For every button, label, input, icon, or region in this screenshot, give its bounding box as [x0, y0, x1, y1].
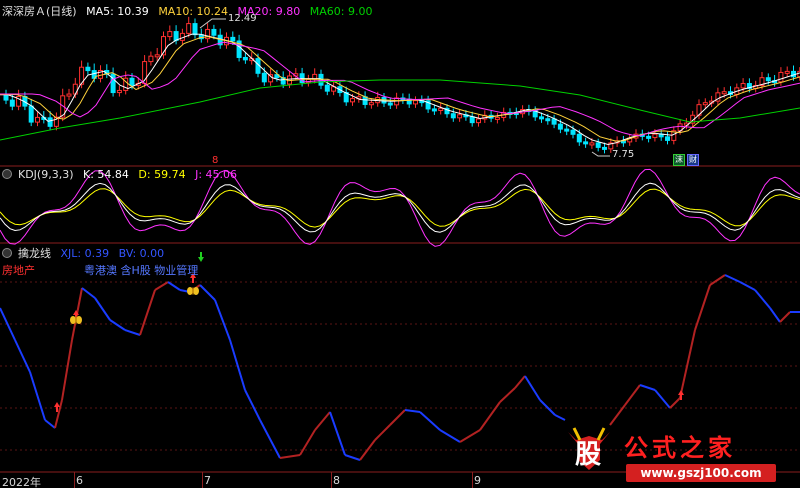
dragon-bv-value: BV: 0.00 — [118, 247, 165, 260]
concept-label: 粤港澳 含H股 物业管理 — [84, 264, 199, 277]
watermark-url: www.gszj100.com — [626, 464, 776, 482]
kdj-panel-header: KDJ(9,3,3) K: 54.84 D: 59.74 J: 45.06 — [2, 168, 243, 181]
kdj-d-value: D: 59.74 — [138, 168, 186, 181]
event-badge-2[interactable]: 财 — [687, 154, 699, 166]
x-axis-label-9: 9 — [474, 474, 481, 487]
x-axis-label-6: 6 — [76, 474, 83, 487]
x-axis-label-8: 8 — [333, 474, 340, 487]
watermark-logo: 股 — [566, 426, 612, 472]
x-axis-label-year: 2022年 — [2, 476, 41, 488]
kdj-name: KDJ(9,3,3) — [18, 168, 74, 181]
watermark-brand: 公式之家 — [624, 433, 736, 462]
main-panel-header: 深深房Ａ(日线) MA5: 10.39 MA10: 10.24 MA20: 9.… — [2, 3, 378, 19]
ma10-value: MA10: 10.24 — [158, 5, 229, 18]
high-price-label: 12.49 — [228, 13, 257, 24]
ma60-value: MA60: 9.00 — [309, 5, 373, 18]
sector-label: 房地产 — [2, 264, 35, 277]
low-price-label: 7.75 — [612, 149, 635, 160]
ma5-value: MA5: 10.39 — [86, 5, 149, 18]
period-marker: 8 — [212, 155, 219, 166]
indicator-settings-icon[interactable] — [2, 248, 12, 258]
dragon-name: 擒龙线 — [18, 247, 51, 260]
dragon-panel-header: 擒龙线 XJL: 0.39 BV: 0.00 — [2, 245, 170, 261]
kdj-j-value: J: 45.06 — [195, 168, 238, 181]
watermark: 股 公式之家 www.gszj100.com — [560, 424, 800, 488]
x-axis-label-7: 7 — [204, 474, 211, 487]
dragon-xjl-value: XJL: 0.39 — [60, 247, 110, 260]
indicator-settings-icon[interactable] — [2, 169, 12, 179]
stock-title: 深深房Ａ(日线) — [2, 5, 77, 18]
event-badge-1[interactable]: 沫 — [673, 154, 685, 166]
stock-chart-canvas — [0, 16, 800, 473]
kdj-k-value: K: 54.84 — [83, 168, 129, 181]
